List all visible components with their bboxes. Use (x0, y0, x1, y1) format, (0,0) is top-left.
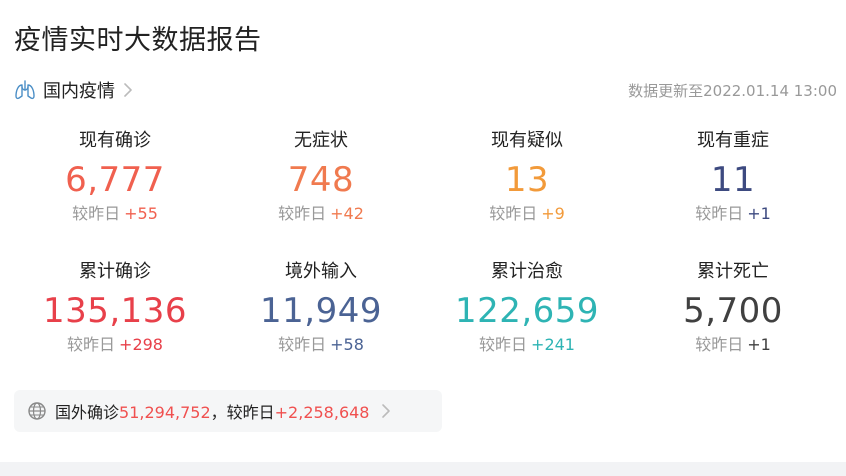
chevron-right-icon (382, 404, 391, 418)
stat-value: 11 (710, 160, 756, 200)
stat-deaths: 累计死亡 5,700 较昨日 +1 (630, 259, 836, 357)
stat-delta: 较昨日 +1 (630, 202, 836, 226)
stat-value: 11,949 (260, 291, 382, 331)
delta-value: +58 (330, 335, 364, 354)
delta-value: +55 (124, 204, 158, 223)
globe-icon (28, 402, 46, 420)
foreign-summary-link[interactable]: 国外确诊51,294,752，较昨日+2,258,648 (14, 390, 442, 432)
delta-value: +298 (119, 335, 163, 354)
stat-delta: 较昨日 +42 (218, 202, 424, 226)
update-timestamp: 数据更新至2022.01.14 13:00 (628, 82, 837, 100)
stat-value: 135,136 (42, 291, 188, 331)
stat-delta: 较昨日 +1 (630, 333, 836, 357)
delta-label: 较昨日 (278, 335, 327, 354)
delta-value: +9 (541, 204, 565, 223)
stat-severe: 现有重症 11 较昨日 +1 (630, 128, 836, 226)
foreign-delta-value: +2,258,648 (274, 403, 370, 422)
stat-label: 现有确诊 (79, 130, 151, 151)
stat-value: 13 (504, 160, 550, 200)
stat-label: 现有疑似 (491, 130, 563, 151)
stat-recovered: 累计治愈 122,659 较昨日 +241 (424, 259, 630, 357)
stat-label: 累计死亡 (697, 261, 769, 282)
stat-delta: 较昨日 +55 (12, 202, 218, 226)
delta-label: 较昨日 (278, 204, 327, 223)
stats-row-cumulative: 累计确诊 135,136 较昨日 +298 境外输入 11,949 较昨日 +58 … (12, 259, 836, 357)
chevron-right-icon (124, 83, 132, 97)
foreign-confirmed-value: 51,294,752 (119, 403, 211, 422)
delta-value: +241 (531, 335, 575, 354)
stat-label: 现有重症 (697, 130, 769, 151)
stat-delta: 较昨日 +241 (424, 333, 630, 357)
stat-value: 122,659 (454, 291, 600, 331)
delta-value: +1 (747, 335, 771, 354)
domestic-link[interactable]: 国内疫情 (13, 78, 133, 102)
delta-label: 较昨日 (695, 335, 744, 354)
delta-label: 较昨日 (479, 335, 528, 354)
stat-imported: 境外输入 11,949 较昨日 +58 (218, 259, 424, 357)
report-card: 疫情实时大数据报告 国内疫情 数据更新至2022.01.14 13:00 现有确… (0, 0, 846, 462)
delta-value: +42 (330, 204, 364, 223)
stat-delta: 较昨日 +298 (12, 333, 218, 357)
page-title: 疫情实时大数据报告 (14, 25, 262, 56)
stat-label: 无症状 (294, 130, 348, 151)
domestic-label: 国内疫情 (43, 81, 115, 102)
stat-delta: 较昨日 +58 (218, 333, 424, 357)
stat-asymptomatic: 无症状 748 较昨日 +42 (218, 128, 424, 226)
lungs-icon (15, 80, 35, 100)
delta-value: +1 (747, 204, 771, 223)
stat-label: 境外输入 (285, 261, 357, 282)
stat-value: 6,777 (65, 160, 165, 200)
delta-label: 较昨日 (72, 204, 121, 223)
foreign-separator: ，较昨日 (210, 403, 275, 422)
stat-delta: 较昨日 +9 (424, 202, 630, 226)
stat-label: 累计治愈 (491, 261, 563, 282)
delta-label: 较昨日 (489, 204, 538, 223)
stat-current-confirmed: 现有确诊 6,777 较昨日 +55 (12, 128, 218, 226)
stat-total-confirmed: 累计确诊 135,136 较昨日 +298 (12, 259, 218, 357)
stat-value: 748 (287, 160, 355, 200)
delta-label: 较昨日 (67, 335, 116, 354)
stats-row-current: 现有确诊 6,777 较昨日 +55 无症状 748 较昨日 +42 现有疑似 13… (12, 128, 836, 226)
foreign-prefix: 国外确诊 (55, 403, 120, 422)
stat-label: 累计确诊 (79, 261, 151, 282)
stat-suspected: 现有疑似 13 较昨日 +9 (424, 128, 630, 226)
stat-value: 5,700 (683, 291, 783, 331)
delta-label: 较昨日 (695, 204, 744, 223)
foreign-summary-text: 国外确诊51,294,752，较昨日+2,258,648 (55, 399, 369, 423)
